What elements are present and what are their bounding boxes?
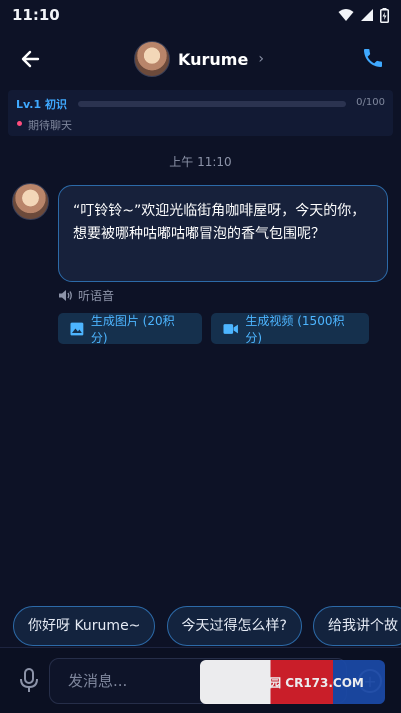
generate-image-button[interactable]: 生成图片 (20积分): [58, 313, 202, 345]
battery-icon: [380, 7, 389, 23]
phone-icon: [364, 49, 382, 67]
message-timestamp: 上午 11:10: [169, 155, 232, 169]
message-avatar[interactable]: [12, 183, 49, 220]
wifi-icon: [338, 9, 354, 21]
status-icons: [338, 7, 389, 23]
status-bar: 11:10: [0, 0, 401, 30]
status-time: 11:10: [12, 6, 60, 24]
video-camera-icon: [223, 323, 238, 334]
back-arrow-icon: [21, 50, 40, 68]
generate-video-label: 生成视频 (1500积分): [245, 313, 345, 345]
image-icon: [70, 322, 84, 335]
level-progress-bar: [78, 101, 346, 107]
suggestion-chips: 你好呀 Kurume~ 今天过得怎么样? 给我讲个故: [13, 606, 401, 646]
generate-video-button[interactable]: 生成视频 (1500积分): [211, 313, 369, 345]
chevron-right-icon: ›: [258, 51, 264, 67]
call-button[interactable]: [361, 46, 385, 70]
relationship-status: 期待聊天: [28, 119, 72, 132]
back-button[interactable]: [18, 46, 44, 72]
voice-input-button[interactable]: [18, 668, 40, 694]
speaker-icon: [59, 290, 72, 301]
level-label: Lv.1 初识: [16, 98, 67, 111]
message-bubble: “叮铃铃~”欢迎光临街角咖啡屋呀，今天的你，想要被哪种咕嘟咕嘟冒泡的香气包围呢？: [58, 185, 388, 282]
generate-image-label: 生成图片 (20积分): [90, 313, 175, 345]
watermark-text: 西西软件园 CR173.COM: [221, 675, 364, 690]
profile-title[interactable]: Kurume ›: [134, 40, 264, 78]
listen-voice-button[interactable]: 听语音: [58, 287, 114, 304]
avatar: [134, 41, 170, 77]
suggestion-chip[interactable]: 你好呀 Kurume~: [13, 606, 156, 646]
signal-icon: [361, 9, 373, 21]
suggestion-chip[interactable]: 今天过得怎么样?: [166, 606, 302, 646]
level-progress-text: 0/100: [356, 97, 385, 108]
status-dot: [17, 121, 22, 126]
listen-voice-label: 听语音: [78, 289, 115, 303]
watermark-logo: 西西软件园 CR173.COM: [200, 660, 385, 704]
top-bar: Kurume ›: [0, 32, 401, 86]
intimacy-level-panel: Lv.1 初识 0/100 期待聊天: [8, 90, 393, 136]
microphone-icon: [20, 668, 38, 692]
suggestion-chip[interactable]: 给我讲个故: [313, 606, 401, 646]
character-name: Kurume: [178, 49, 249, 69]
